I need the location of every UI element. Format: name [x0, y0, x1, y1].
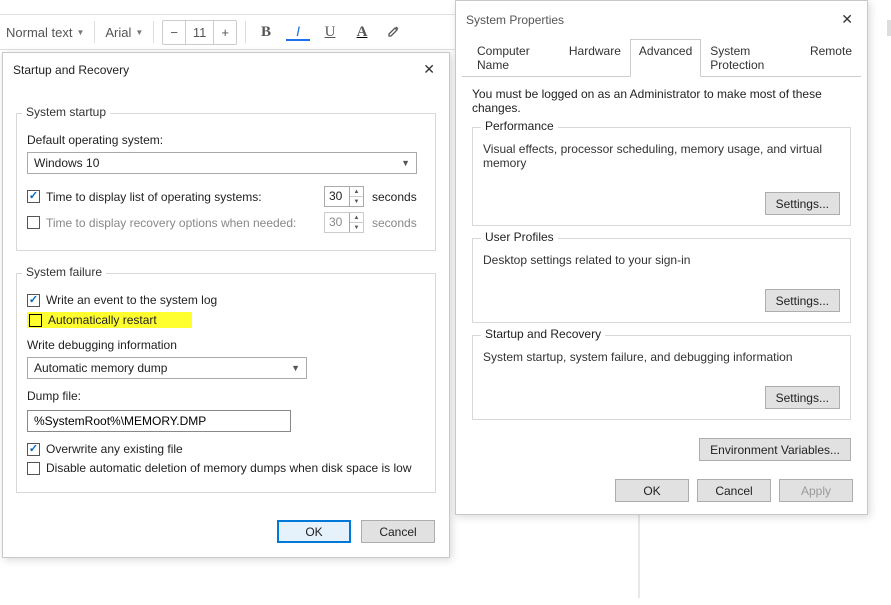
section-legend: Performance — [481, 119, 558, 133]
admin-intro-text: You must be logged on as an Administrato… — [472, 87, 851, 115]
highlight-color-button[interactable] — [382, 22, 406, 43]
ok-button[interactable]: OK — [615, 479, 689, 502]
bold-button[interactable]: B — [254, 24, 278, 41]
highlighter-icon — [386, 22, 402, 38]
debug-info-select[interactable]: Automatic memory dump ▼ — [27, 357, 307, 379]
underline-button[interactable]: U — [318, 24, 342, 41]
cancel-button[interactable]: Cancel — [361, 520, 435, 543]
tab-remote[interactable]: Remote — [801, 39, 861, 77]
system-startup-group: System startup Default operating system:… — [15, 106, 437, 252]
dialog-title: Startup and Recovery — [13, 63, 129, 77]
text-color-button[interactable]: A — [350, 24, 374, 41]
auto-restart-highlight: Automatically restart — [27, 312, 192, 328]
dialog-title: System Properties — [466, 13, 564, 27]
display-os-list-checkbox[interactable] — [27, 190, 40, 203]
environment-variables-button[interactable]: Environment Variables... — [699, 438, 851, 461]
paragraph-style-dropdown[interactable]: Normal text ▼ — [4, 23, 86, 42]
profiles-settings-button[interactable]: Settings... — [765, 289, 840, 312]
display-os-list-label: Time to display list of operating system… — [46, 190, 316, 204]
overwrite-file-checkbox[interactable] — [27, 443, 40, 456]
dialog-button-row: OK Cancel — [3, 508, 449, 557]
write-event-label: Write an event to the system log — [46, 293, 217, 307]
font-size-value[interactable]: 11 — [185, 21, 215, 44]
performance-settings-button[interactable]: Settings... — [765, 192, 840, 215]
separator — [94, 21, 95, 43]
section-legend: User Profiles — [481, 230, 558, 244]
seconds-label: seconds — [372, 216, 417, 230]
seconds-label: seconds — [372, 190, 417, 204]
decrease-font-button[interactable]: − — [163, 21, 185, 44]
display-recovery-label: Time to display recovery options when ne… — [46, 216, 316, 230]
auto-restart-checkbox[interactable] — [29, 314, 42, 327]
chevron-down-icon: ▼ — [135, 28, 143, 37]
default-os-value: Windows 10 — [34, 156, 99, 170]
tab-advanced[interactable]: Advanced — [630, 39, 701, 77]
dump-file-input[interactable] — [27, 410, 291, 432]
decorative-edge — [887, 20, 891, 36]
startup-settings-button[interactable]: Settings... — [765, 386, 840, 409]
chevron-down-icon: ▼ — [76, 28, 84, 37]
italic-button[interactable]: I — [286, 23, 310, 41]
auto-restart-label: Automatically restart — [48, 313, 157, 327]
write-event-checkbox[interactable] — [27, 294, 40, 307]
tab-computer-name[interactable]: Computer Name — [468, 39, 560, 77]
spinner-up-icon[interactable]: ▲ — [350, 187, 363, 197]
spinner-up-icon[interactable]: ▲ — [350, 213, 363, 223]
spinner-down-icon[interactable]: ▼ — [350, 197, 363, 206]
group-legend: System startup — [22, 105, 110, 119]
close-button[interactable]: ✕ — [837, 9, 857, 30]
spinner-down-icon[interactable]: ▼ — [350, 223, 363, 232]
system-failure-group: System failure Write an event to the sys… — [15, 266, 437, 494]
apply-button[interactable]: Apply — [779, 479, 853, 502]
dialog-titlebar: System Properties ✕ — [456, 1, 867, 38]
default-os-select[interactable]: Windows 10 ▼ — [27, 152, 417, 174]
debug-info-value: Automatic memory dump — [34, 361, 167, 375]
section-legend: Startup and Recovery — [481, 327, 605, 341]
separator — [245, 21, 246, 43]
section-description: Desktop settings related to your sign-in — [483, 253, 840, 267]
display-recovery-checkbox[interactable] — [27, 216, 40, 229]
font-size-stepper: − 11 + — [162, 20, 237, 45]
group-legend: System failure — [22, 265, 106, 279]
font-family-value: Arial — [105, 25, 131, 40]
ok-button[interactable]: OK — [277, 520, 351, 543]
display-recovery-seconds-spinner[interactable]: 30 ▲▼ — [324, 212, 364, 233]
startup-recovery-section: Startup and Recovery System startup, sys… — [472, 335, 851, 420]
display-recovery-seconds-value: 30 — [325, 213, 349, 232]
close-button[interactable]: ✕ — [419, 59, 439, 80]
system-properties-dialog: System Properties ✕ Computer Name Hardwa… — [455, 0, 868, 515]
tab-system-protection[interactable]: System Protection — [701, 39, 801, 77]
dialog-titlebar: Startup and Recovery ✕ — [3, 53, 449, 86]
display-os-seconds-value: 30 — [325, 187, 349, 206]
tab-strip: Computer Name Hardware Advanced System P… — [462, 38, 861, 77]
font-family-dropdown[interactable]: Arial ▼ — [103, 23, 145, 42]
chevron-down-icon: ▼ — [291, 363, 300, 373]
section-description: Visual effects, processor scheduling, me… — [483, 142, 840, 170]
debug-info-label: Write debugging information — [27, 338, 177, 352]
startup-recovery-dialog: Startup and Recovery ✕ System startup De… — [2, 52, 450, 558]
default-os-label: Default operating system: — [27, 133, 163, 147]
user-profiles-section: User Profiles Desktop settings related t… — [472, 238, 851, 323]
disable-delete-checkbox[interactable] — [27, 462, 40, 475]
section-description: System startup, system failure, and debu… — [483, 350, 840, 364]
overwrite-file-label: Overwrite any existing file — [46, 442, 183, 456]
tab-hardware[interactable]: Hardware — [560, 39, 630, 77]
paragraph-style-value: Normal text — [6, 25, 72, 40]
increase-font-button[interactable]: + — [214, 21, 236, 44]
chevron-down-icon: ▼ — [401, 158, 410, 168]
dump-file-label: Dump file: — [27, 389, 81, 403]
separator — [153, 21, 154, 43]
disable-delete-label: Disable automatic deletion of memory dum… — [46, 461, 412, 475]
display-os-seconds-spinner[interactable]: 30 ▲▼ — [324, 186, 364, 207]
performance-section: Performance Visual effects, processor sc… — [472, 127, 851, 226]
cancel-button[interactable]: Cancel — [697, 479, 771, 502]
